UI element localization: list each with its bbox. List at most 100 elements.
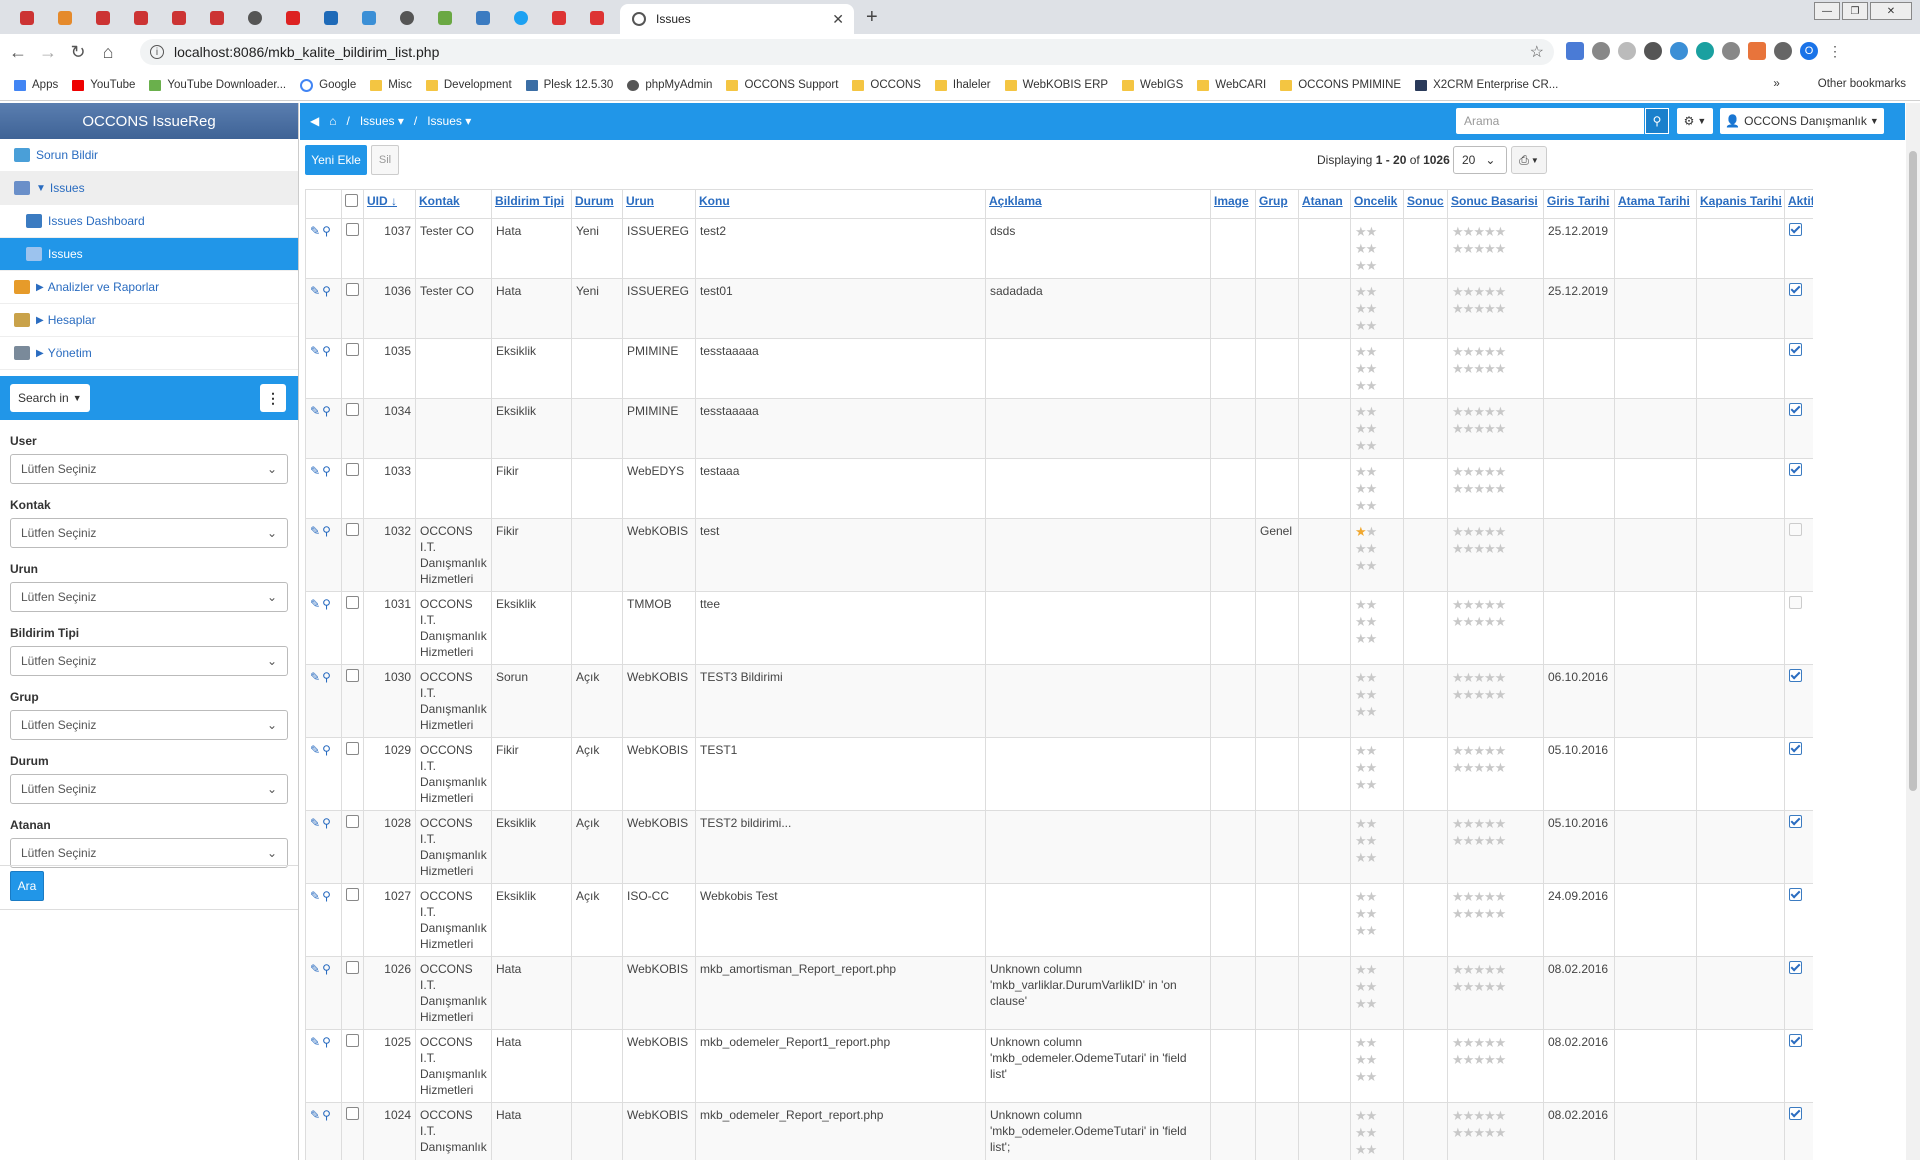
star-icon[interactable]: ★ [1463,833,1475,848]
pinned-tab[interactable] [240,6,270,30]
user-menu[interactable]: 👤 OCCONS Danışmanlık ▼ [1720,108,1884,134]
row-select[interactable] [341,810,364,884]
star-icon[interactable]: ★ [1366,361,1378,376]
search-icon[interactable]: ⚲ [322,404,331,418]
star-icon[interactable]: ★ [1463,816,1475,831]
star-icon[interactable]: ★ [1452,597,1464,612]
header-grup[interactable]: Grup [1255,189,1299,219]
star-icon[interactable]: ★ [1495,481,1507,496]
search-icon[interactable]: ⚲ [322,670,331,684]
star-icon[interactable]: ★ [1463,597,1475,612]
star-icon[interactable]: ★ [1484,344,1496,359]
star-icon[interactable]: ★ [1355,258,1367,273]
star-icon[interactable]: ★ [1463,541,1475,556]
header-uid[interactable]: UID ↓ [363,189,416,219]
star-icon[interactable]: ★ [1355,498,1367,513]
cell-sonuc-basarisi[interactable]: ★★★★★ ★★★★★ [1447,883,1544,957]
star-icon[interactable]: ★ [1473,361,1485,376]
success-rating[interactable]: ★★★★★ ★★★★★ [1452,283,1539,317]
star-icon[interactable]: ★ [1366,481,1378,496]
breadcrumb-issues-2[interactable]: Issues ▾ [427,114,471,128]
urun-select[interactable]: Lütfen Seçiniz ⌄ [10,582,288,612]
star-icon[interactable]: ★ [1355,1142,1367,1157]
extension-icon[interactable] [1644,42,1662,60]
star-icon[interactable]: ★ [1484,481,1496,496]
star-icon[interactable]: ★ [1452,889,1464,904]
star-icon[interactable]: ★ [1495,524,1507,539]
priority-rating[interactable]: ★★ ★★ ★★ [1355,343,1399,394]
star-icon[interactable]: ★ [1495,1052,1507,1067]
star-icon[interactable]: ★ [1366,318,1378,333]
star-icon[interactable]: ★ [1495,962,1507,977]
pinned-tab[interactable] [506,6,536,30]
edit-icon[interactable]: ✎ [310,224,320,238]
row-checkbox[interactable] [346,1107,359,1120]
star-icon[interactable]: ★ [1473,760,1485,775]
star-icon[interactable]: ★ [1355,464,1367,479]
success-rating[interactable]: ★★★★★ ★★★★★ [1452,961,1539,995]
star-icon[interactable]: ★ [1473,670,1485,685]
bookmark-folder[interactable]: Ihaleler [934,79,991,91]
pinned-tab[interactable] [202,6,232,30]
header-oncelik[interactable]: Oncelik [1350,189,1404,219]
cell-oncelik[interactable]: ★★ ★★ ★★ [1350,591,1404,665]
star-icon[interactable]: ★ [1366,833,1378,848]
star-icon[interactable]: ★ [1355,541,1367,556]
star-icon[interactable]: ★ [1366,378,1378,393]
priority-rating[interactable]: ★★ ★★ ★★ [1355,1034,1399,1085]
star-icon[interactable]: ★ [1366,224,1378,239]
row-checkbox[interactable] [346,888,359,901]
star-icon[interactable]: ★ [1473,241,1485,256]
cell-sonuc-basarisi[interactable]: ★★★★★ ★★★★★ [1447,278,1544,339]
star-icon[interactable]: ★ [1495,361,1507,376]
row-checkbox[interactable] [346,596,359,609]
search-in-dropdown[interactable]: Search in ▼ [10,384,90,412]
table-row[interactable]: ✎ ⚲ 1037 Tester CO Hata Yeni ISSUEREG test2 dsds… [305,218,1813,279]
edit-icon[interactable]: ✎ [310,524,320,538]
edit-icon[interactable]: ✎ [310,1035,320,1049]
bookmark-x2crm[interactable]: X2CRM Enterprise CR... [1415,79,1558,91]
star-icon[interactable]: ★ [1495,224,1507,239]
star-icon[interactable]: ★ [1366,1052,1378,1067]
cell-oncelik[interactable]: ★★ ★★ ★★ [1350,664,1404,738]
star-icon[interactable]: ★ [1473,464,1485,479]
star-icon[interactable]: ★ [1452,962,1464,977]
header-select-all[interactable] [341,189,364,219]
star-icon[interactable]: ★ [1452,541,1464,556]
cell-sonuc-basarisi[interactable]: ★★★★★ ★★★★★ [1447,398,1544,459]
star-icon[interactable]: ★ [1484,833,1496,848]
star-icon[interactable]: ★ [1463,1035,1475,1050]
star-icon[interactable]: ★ [1495,833,1507,848]
star-icon[interactable]: ★ [1463,361,1475,376]
star-icon[interactable]: ★ [1452,906,1464,921]
profile-avatar[interactable]: O [1800,42,1818,60]
star-icon[interactable]: ★ [1452,224,1464,239]
star-icon[interactable]: ★ [1452,760,1464,775]
priority-rating[interactable]: ★★ ★★ ★★ [1355,523,1399,574]
header-bildirim-tipi[interactable]: Bildirim Tipi [491,189,572,219]
sidebar-item-issues-dashboard[interactable]: Issues Dashboard [0,205,298,238]
bookmark-folder[interactable]: Misc [370,79,412,91]
cell-sonuc-basarisi[interactable]: ★★★★★ ★★★★★ [1447,458,1544,519]
star-icon[interactable]: ★ [1495,404,1507,419]
star-icon[interactable]: ★ [1355,361,1367,376]
star-icon[interactable]: ★ [1355,404,1367,419]
star-icon[interactable]: ★ [1355,438,1367,453]
sidebar-item-sorun-bildir[interactable]: Sorun Bildir [0,139,298,172]
star-icon[interactable]: ★ [1473,889,1485,904]
row-checkbox[interactable] [346,343,359,356]
star-icon[interactable]: ★ [1355,558,1367,573]
star-icon[interactable]: ★ [1355,1052,1367,1067]
star-icon[interactable]: ★ [1355,923,1367,938]
priority-rating[interactable]: ★★ ★★ ★★ [1355,1107,1399,1158]
bookmark-phpmyadmin[interactable]: phpMyAdmin [627,79,712,91]
star-icon[interactable]: ★ [1473,687,1485,702]
star-icon[interactable]: ★ [1463,1108,1475,1123]
success-rating[interactable]: ★★★★★ ★★★★★ [1452,888,1539,922]
cell-sonuc-basarisi[interactable]: ★★★★★ ★★★★★ [1447,664,1544,738]
star-icon[interactable]: ★ [1366,889,1378,904]
puzzle-icon[interactable] [1774,42,1792,60]
star-icon[interactable]: ★ [1452,344,1464,359]
header-aciklama[interactable]: Açıklama [985,189,1211,219]
priority-rating[interactable]: ★★ ★★ ★★ [1355,815,1399,866]
